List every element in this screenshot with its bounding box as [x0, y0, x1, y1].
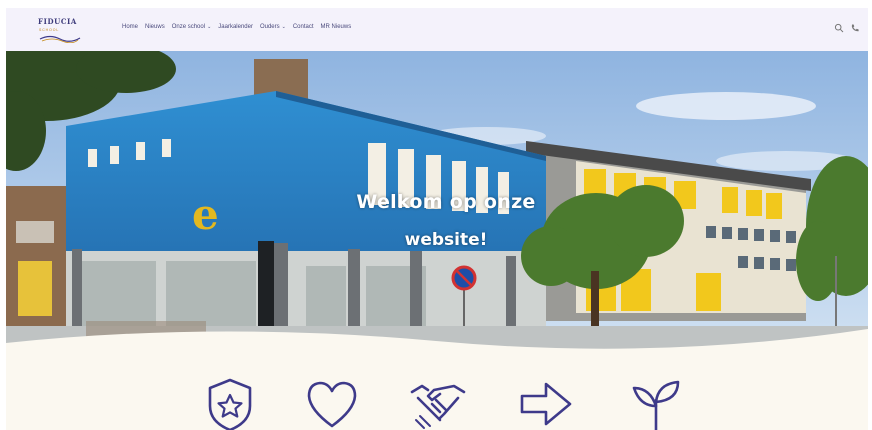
hero-title-line2: website! — [404, 230, 488, 250]
shield-star-icon[interactable] — [202, 376, 258, 430]
nav-nieuws-label: Nieuws — [145, 24, 165, 30]
nav-home[interactable]: Home — [122, 24, 138, 30]
logo-text: FIDUCIA — [38, 17, 77, 26]
hero-title-line1: Welkom op onze — [356, 191, 536, 213]
nav-home-label: Home — [122, 24, 139, 30]
nav-mr-nieuws[interactable]: MR Nieuws — [321, 24, 352, 30]
nav-contact-label: Contact — [292, 24, 314, 30]
chevron-down-icon: ⌄ — [281, 24, 286, 30]
hero-title: Welkom op onze website! — [306, 191, 586, 250]
logo-subtext: SCHOOL — [39, 28, 60, 32]
nav-jaarkalender[interactable]: Jaarkalender — [218, 24, 253, 30]
feature-icons — [6, 368, 868, 430]
nav-nieuws[interactable]: Nieuws — [145, 24, 165, 30]
sprout-icon[interactable] — [628, 376, 684, 430]
hero-banner: e Welkom op onze website! — [6, 51, 868, 361]
nav-onze-school[interactable]: Onze school ⌄ — [172, 24, 212, 30]
svg-text:e: e — [192, 190, 219, 239]
logo-wave-icon — [39, 35, 81, 43]
search-icon[interactable] — [834, 23, 844, 33]
browser-page: FIDUCIA SCHOOL Home Nieuws Onze school ⌄ … — [6, 8, 868, 430]
main-nav: Home Nieuws Onze school ⌄ Jaarkalender Ou… — [122, 24, 351, 30]
handshake-icon[interactable] — [410, 376, 466, 430]
header-actions — [834, 23, 860, 33]
nav-onze-school-label: Onze school — [171, 24, 206, 30]
nav-mr-nieuws-label: MR Nieuws — [320, 24, 352, 30]
fiducia-logo[interactable]: FIDUCIA SCHOOL — [36, 15, 86, 45]
nav-ouders-label: Ouders — [259, 24, 280, 30]
nav-ouders[interactable]: Ouders ⌄ — [260, 24, 286, 30]
nav-contact[interactable]: Contact — [293, 24, 314, 30]
phone-icon[interactable] — [850, 23, 860, 33]
site-header: FIDUCIA SCHOOL Home Nieuws Onze school ⌄ … — [6, 8, 868, 51]
nav-jaarkalender-label: Jaarkalender — [218, 24, 253, 30]
heart-icon[interactable] — [304, 376, 360, 430]
chevron-down-icon: ⌄ — [207, 24, 212, 30]
arrow-right-icon[interactable] — [518, 376, 574, 430]
